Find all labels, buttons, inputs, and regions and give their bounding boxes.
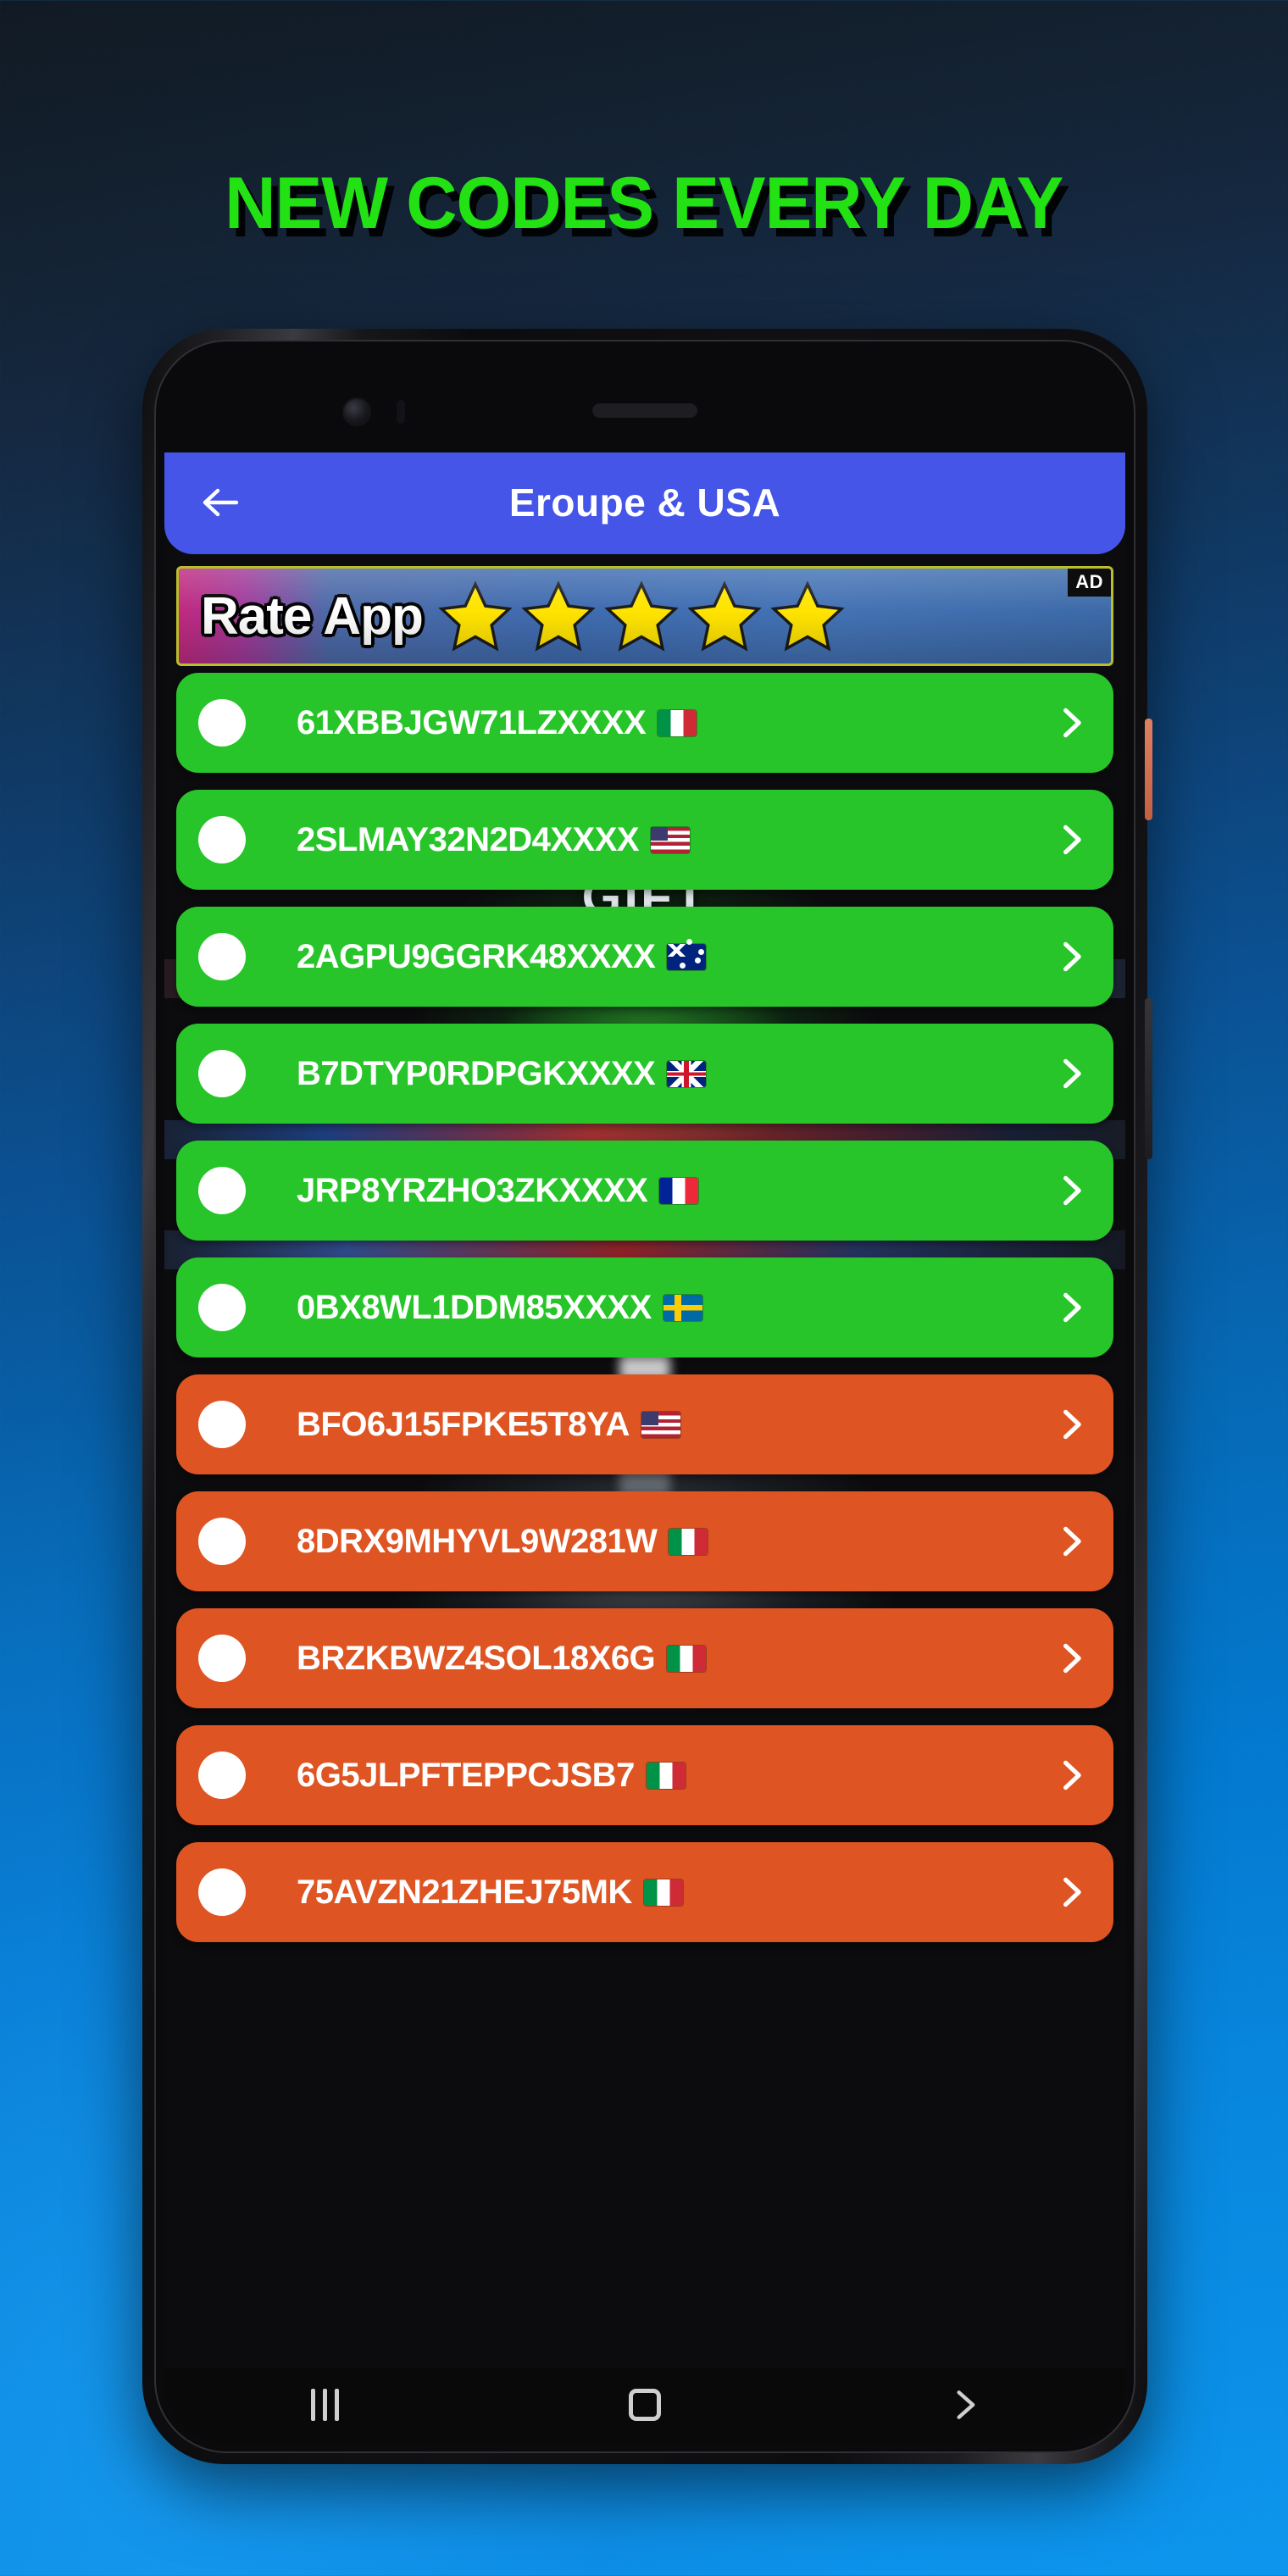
row-chevron[interactable] — [1052, 1523, 1090, 1560]
nav-recents-button[interactable] — [274, 2377, 375, 2433]
circle-bullet-icon — [198, 1752, 246, 1799]
code-text: 75AVZN21ZHEJ75MK — [246, 1874, 1052, 1912]
front-camera-icon — [342, 397, 371, 426]
chevron-right-icon — [1063, 1643, 1081, 1674]
code-text: 8DRX9MHYVL9W281W — [246, 1523, 1052, 1561]
phone-top-bezel — [164, 351, 1125, 452]
code-list: 61XBBJGW71LZXXXX 2SLMAY32N2D4XXXX 2AGPU9GG… — [164, 666, 1125, 1942]
chevron-right-icon — [1063, 1877, 1081, 1907]
nav-back-button[interactable] — [914, 2377, 1016, 2433]
country-flag-icon — [641, 1411, 680, 1438]
chevron-right-icon — [1063, 1292, 1081, 1323]
code-row[interactable]: JRP8YRZHO3ZKXXXX — [176, 1141, 1113, 1241]
android-nav-bar — [164, 2368, 1125, 2442]
code-row[interactable]: 61XBBJGW71LZXXXX — [176, 673, 1113, 773]
row-chevron[interactable] — [1052, 1172, 1090, 1209]
country-flag-icon — [667, 1060, 707, 1087]
phone-screen: GIFT Eroupe & USA Rate App AD 61XBBJGW71… — [164, 351, 1125, 2442]
code-text: 0BX8WL1DDM85XXXX — [246, 1289, 1052, 1327]
proximity-sensor-icon — [397, 400, 405, 424]
rate-app-ad-banner[interactable]: Rate App AD — [176, 566, 1113, 666]
code-row[interactable]: 0BX8WL1DDM85XXXX — [176, 1257, 1113, 1357]
phone-power-button[interactable] — [1145, 719, 1152, 820]
chevron-right-icon — [1063, 1175, 1081, 1206]
star-icon — [438, 580, 513, 652]
country-flag-icon — [658, 709, 697, 736]
ad-badge: AD — [1068, 569, 1111, 597]
code-text: 2AGPU9GGRK48XXXX — [246, 938, 1052, 976]
chevron-right-icon — [1063, 824, 1081, 855]
row-chevron[interactable] — [1052, 1406, 1090, 1443]
code-text: 6G5JLPFTEPPCJSB7 — [246, 1757, 1052, 1795]
back-button[interactable] — [190, 472, 251, 533]
phone-mockup: GIFT Eroupe & USA Rate App AD 61XBBJGW71… — [142, 329, 1152, 2464]
circle-bullet-icon — [198, 816, 246, 863]
country-flag-icon — [669, 1528, 708, 1555]
circle-bullet-icon — [198, 1635, 246, 1682]
country-flag-icon — [667, 1645, 707, 1672]
chevron-right-nav-icon — [957, 2390, 975, 2419]
code-text: 61XBBJGW71LZXXXX — [246, 704, 1052, 742]
code-row[interactable]: BRZKBWZ4SOL18X6G — [176, 1608, 1113, 1708]
country-flag-icon — [646, 1762, 686, 1789]
page-title: Eroupe & USA — [508, 480, 781, 525]
rate-app-label: Rate App — [201, 586, 424, 646]
country-flag-icon — [643, 1879, 683, 1906]
arrow-left-icon — [203, 488, 239, 517]
earpiece-speaker — [592, 403, 697, 418]
country-flag-icon — [663, 1294, 702, 1321]
row-chevron[interactable] — [1052, 1289, 1090, 1326]
nav-home-button[interactable] — [594, 2377, 696, 2433]
row-chevron[interactable] — [1052, 821, 1090, 858]
circle-bullet-icon — [198, 1167, 246, 1214]
circle-bullet-icon — [198, 699, 246, 747]
row-chevron[interactable] — [1052, 704, 1090, 741]
chevron-right-icon — [1063, 941, 1081, 972]
code-text: BRZKBWZ4SOL18X6G — [246, 1640, 1052, 1678]
promo-headline: NEW CODES EVERY DAY — [225, 163, 1063, 244]
promo-headline-container: NEW CODES EVERY DAY — [0, 163, 1288, 244]
code-row[interactable]: 2AGPU9GGRK48XXXX — [176, 907, 1113, 1007]
code-row[interactable]: 75AVZN21ZHEJ75MK — [176, 1842, 1113, 1942]
star-icon — [604, 580, 679, 652]
home-square-icon — [629, 2389, 661, 2421]
circle-bullet-icon — [198, 1401, 246, 1448]
row-chevron[interactable] — [1052, 1055, 1090, 1092]
row-chevron[interactable] — [1052, 1757, 1090, 1794]
circle-bullet-icon — [198, 1518, 246, 1565]
row-chevron[interactable] — [1052, 938, 1090, 975]
code-text: BFO6J15FPKE5T8YA — [246, 1406, 1052, 1444]
code-text: B7DTYP0RDPGKXXXX — [246, 1055, 1052, 1093]
row-chevron[interactable] — [1052, 1874, 1090, 1911]
circle-bullet-icon — [198, 1050, 246, 1097]
row-chevron[interactable] — [1052, 1640, 1090, 1677]
code-row[interactable]: 2SLMAY32N2D4XXXX — [176, 790, 1113, 890]
code-row[interactable]: B7DTYP0RDPGKXXXX — [176, 1024, 1113, 1124]
rating-stars — [423, 577, 1111, 655]
recents-icon — [310, 2389, 339, 2421]
chevron-right-icon — [1063, 1058, 1081, 1089]
chevron-right-icon — [1063, 708, 1081, 738]
app-content: GIFT Eroupe & USA Rate App AD 61XBBJGW71… — [164, 451, 1125, 2368]
country-flag-icon — [651, 826, 691, 853]
circle-bullet-icon — [198, 1284, 246, 1331]
phone-volume-button[interactable] — [1145, 998, 1152, 1159]
code-text: 2SLMAY32N2D4XXXX — [246, 821, 1052, 859]
code-row[interactable]: 8DRX9MHYVL9W281W — [176, 1491, 1113, 1591]
chevron-right-icon — [1063, 1409, 1081, 1440]
star-icon — [770, 580, 845, 652]
country-flag-icon — [659, 1177, 699, 1204]
chevron-right-icon — [1063, 1526, 1081, 1557]
chevron-right-icon — [1063, 1760, 1081, 1790]
code-row[interactable]: BFO6J15FPKE5T8YA — [176, 1374, 1113, 1474]
country-flag-icon — [667, 943, 707, 970]
circle-bullet-icon — [198, 933, 246, 980]
code-text: JRP8YRZHO3ZKXXXX — [246, 1172, 1052, 1210]
star-icon — [687, 580, 762, 652]
star-icon — [521, 580, 596, 652]
app-header-bar: Eroupe & USA — [164, 451, 1125, 554]
code-row[interactable]: 6G5JLPFTEPPCJSB7 — [176, 1725, 1113, 1825]
circle-bullet-icon — [198, 1868, 246, 1916]
